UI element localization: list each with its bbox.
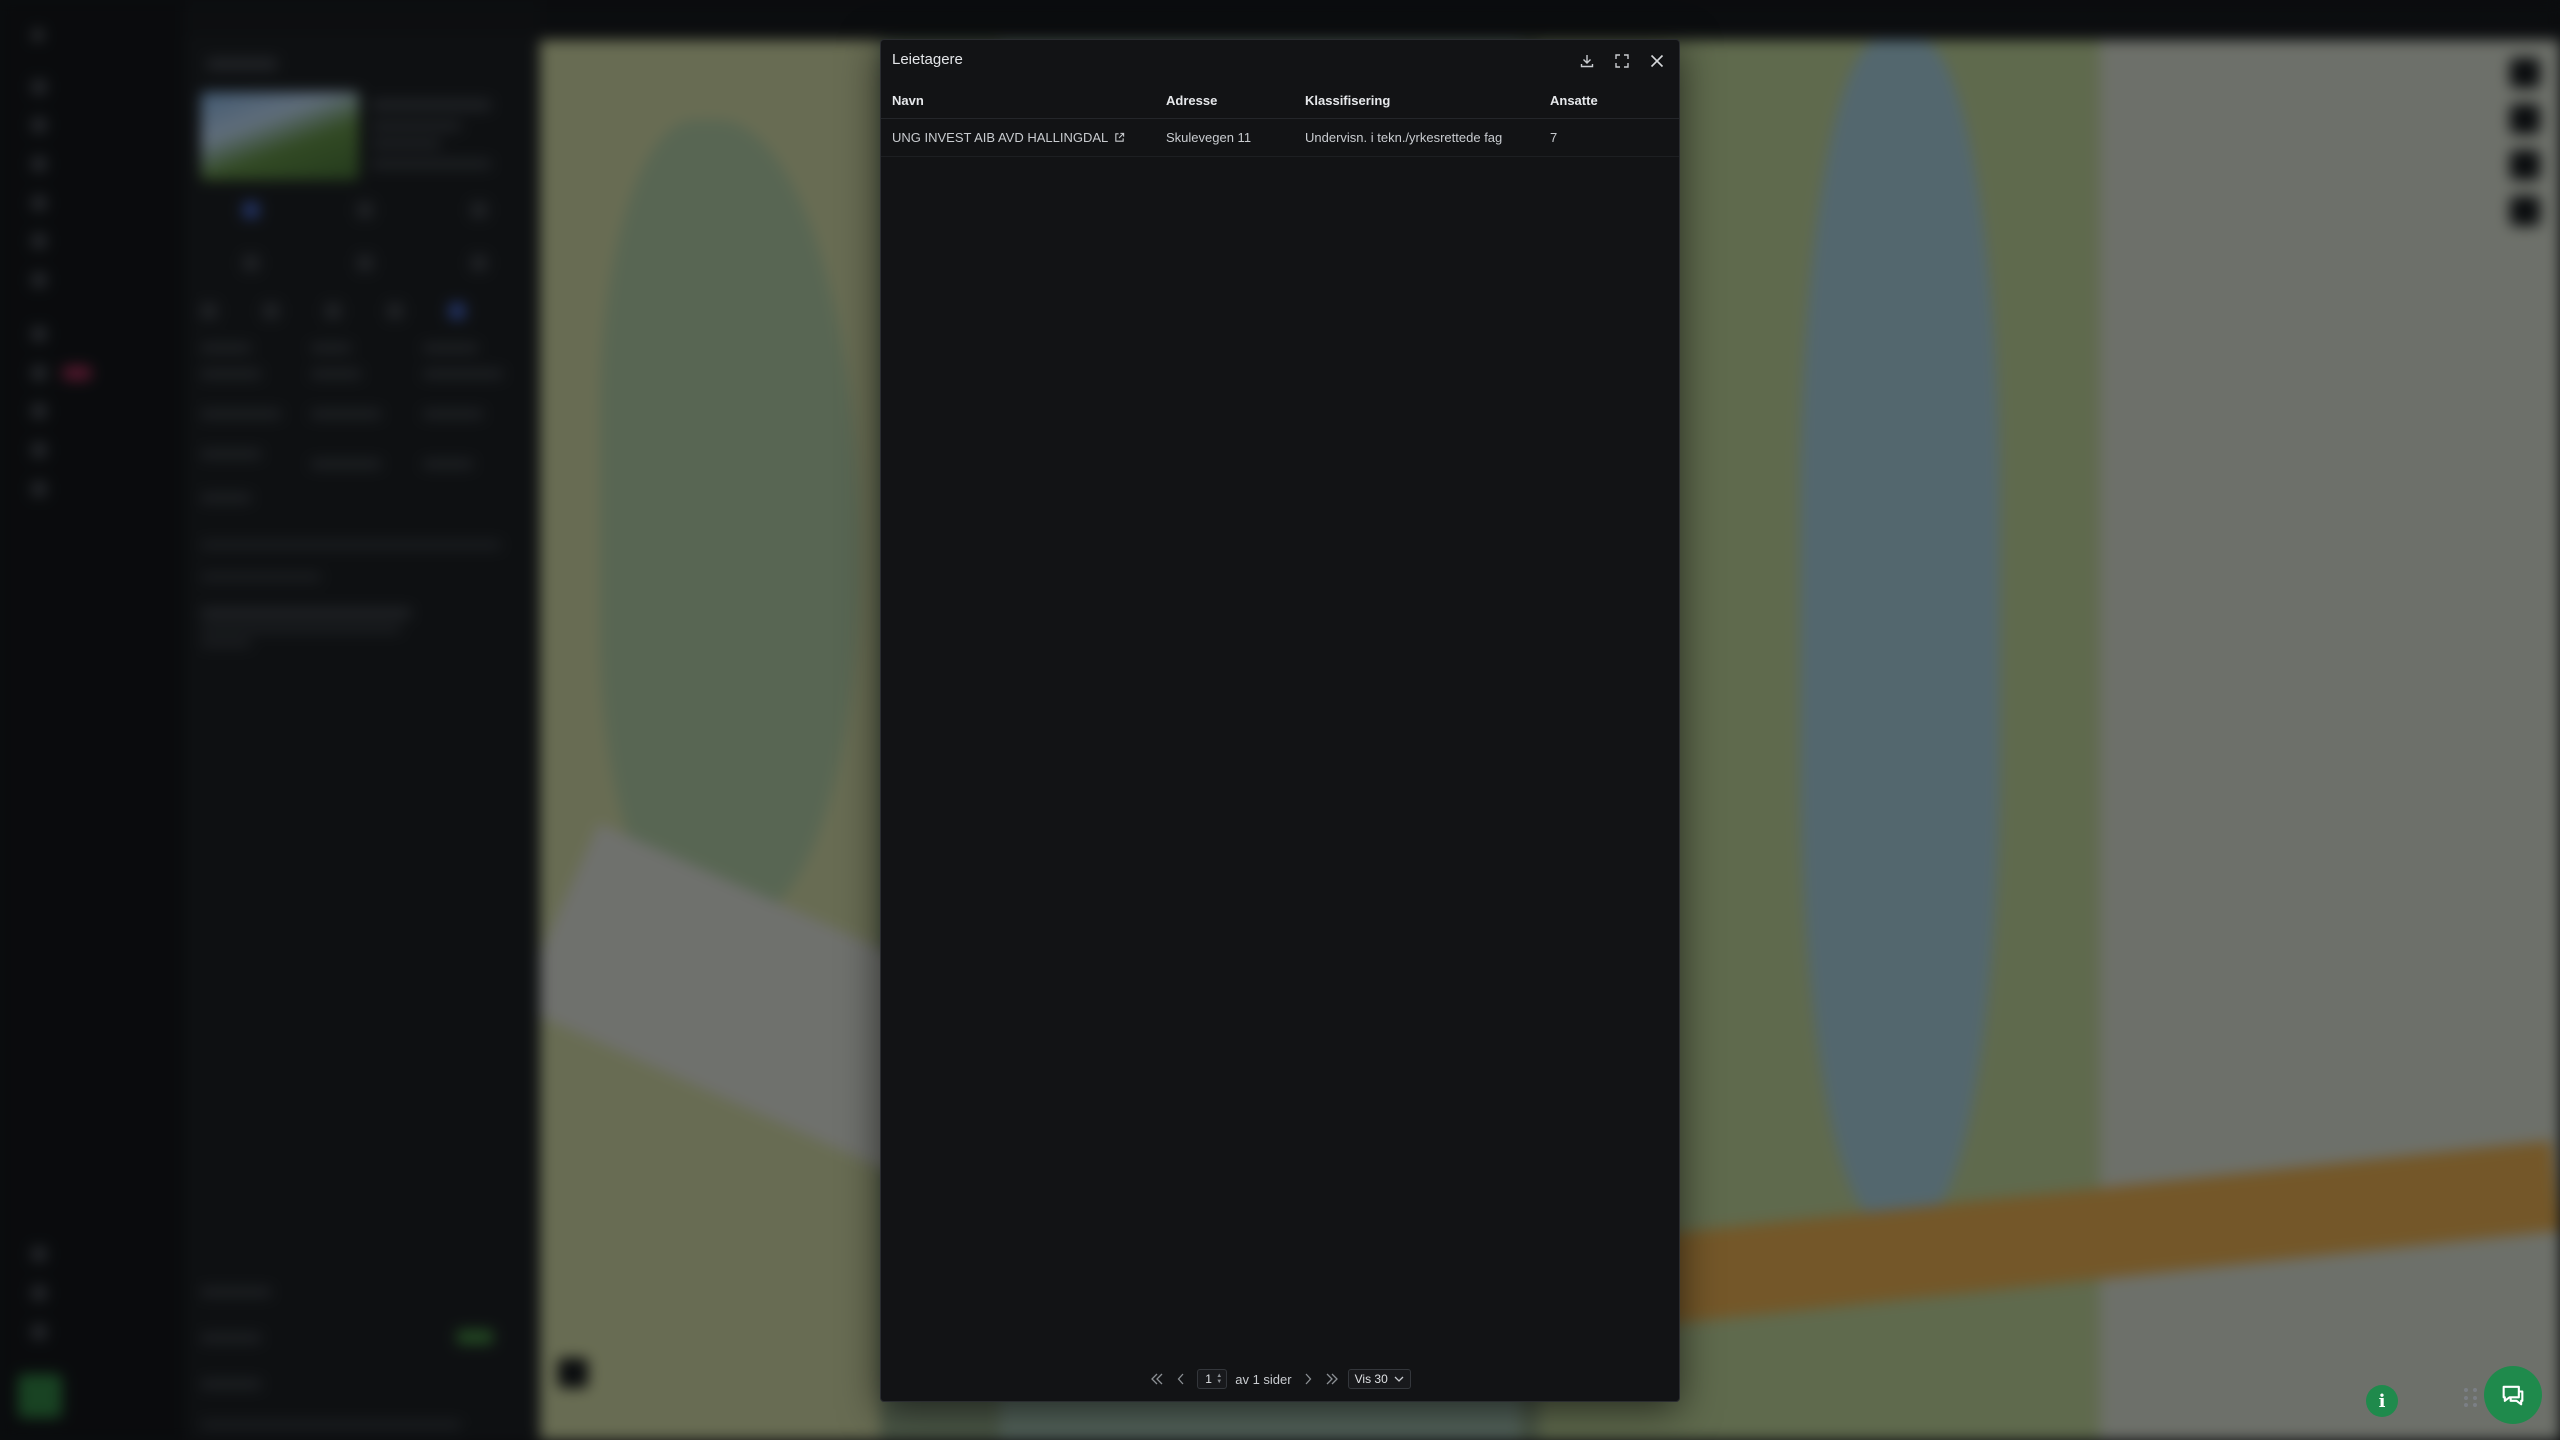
column-header-name[interactable]: Navn	[881, 84, 1155, 119]
tenants-table: Navn Adresse Klassifisering Ansatte UNG …	[881, 84, 1679, 157]
external-link-icon[interactable]	[1114, 132, 1125, 143]
column-header-classification[interactable]: Klassifisering	[1294, 84, 1539, 119]
chevrons-left-icon	[1151, 1373, 1163, 1385]
dialog-actions	[1574, 48, 1669, 73]
chat-icon	[2502, 1385, 2524, 1406]
table-header-row: Navn Adresse Klassifisering Ansatte	[881, 84, 1679, 119]
chevron-right-icon	[1305, 1373, 1311, 1385]
page-size-select[interactable]: Vis 30	[1347, 1369, 1411, 1389]
page-number-value: 1	[1205, 1372, 1212, 1386]
download-button[interactable]	[1574, 48, 1599, 73]
previous-page-button[interactable]	[1173, 1369, 1189, 1389]
chevron-down-icon	[1394, 1376, 1404, 1382]
tenant-address-cell: Skulevegen 11	[1155, 118, 1294, 157]
chevrons-right-icon	[1326, 1373, 1338, 1385]
tenant-name-cell: UNG INVEST AIB AVD HALLINGDAL	[881, 118, 1155, 157]
last-page-button[interactable]	[1324, 1369, 1340, 1389]
table-row: UNG INVEST AIB AVD HALLINGDAL Skulevegen…	[881, 118, 1679, 157]
dialog-header: Leietagere	[881, 40, 1679, 80]
tenant-employees-cell: 7	[1539, 118, 1679, 157]
info-button[interactable]: i	[2366, 1385, 2398, 1417]
next-page-button[interactable]	[1300, 1369, 1316, 1389]
page-stepper-icon[interactable]: ▲ ▼	[1216, 1373, 1222, 1385]
column-header-address[interactable]: Adresse	[1155, 84, 1294, 119]
pagination: 1 ▲ ▼ av 1 sider Vis 30	[881, 1369, 1679, 1389]
close-icon	[1650, 54, 1663, 67]
download-icon	[1580, 54, 1593, 67]
page-total-label: av 1 sider	[1235, 1371, 1292, 1387]
first-page-button[interactable]	[1149, 1369, 1165, 1389]
page-number-input[interactable]: 1 ▲ ▼	[1197, 1369, 1228, 1389]
close-button[interactable]	[1644, 48, 1669, 73]
chevron-left-icon	[1177, 1373, 1184, 1385]
tenants-dialog: Leietagere Navn Adresse Klassifisering A…	[880, 39, 1680, 1402]
expand-icon	[1614, 53, 1629, 68]
chat-button[interactable]	[2484, 1366, 2542, 1424]
fullscreen-button[interactable]	[1609, 48, 1634, 73]
column-header-employees[interactable]: Ansatte	[1539, 84, 1679, 119]
dialog-title: Leietagere	[892, 51, 963, 68]
tenant-classification-cell: Undervisn. i tekn./yrkesrettede fag	[1294, 118, 1539, 157]
tenant-name-link[interactable]: UNG INVEST AIB AVD HALLINGDAL	[892, 130, 1108, 145]
drag-handle-icon[interactable]	[2464, 1388, 2478, 1408]
page-size-value: Vis 30	[1354, 1372, 1388, 1386]
